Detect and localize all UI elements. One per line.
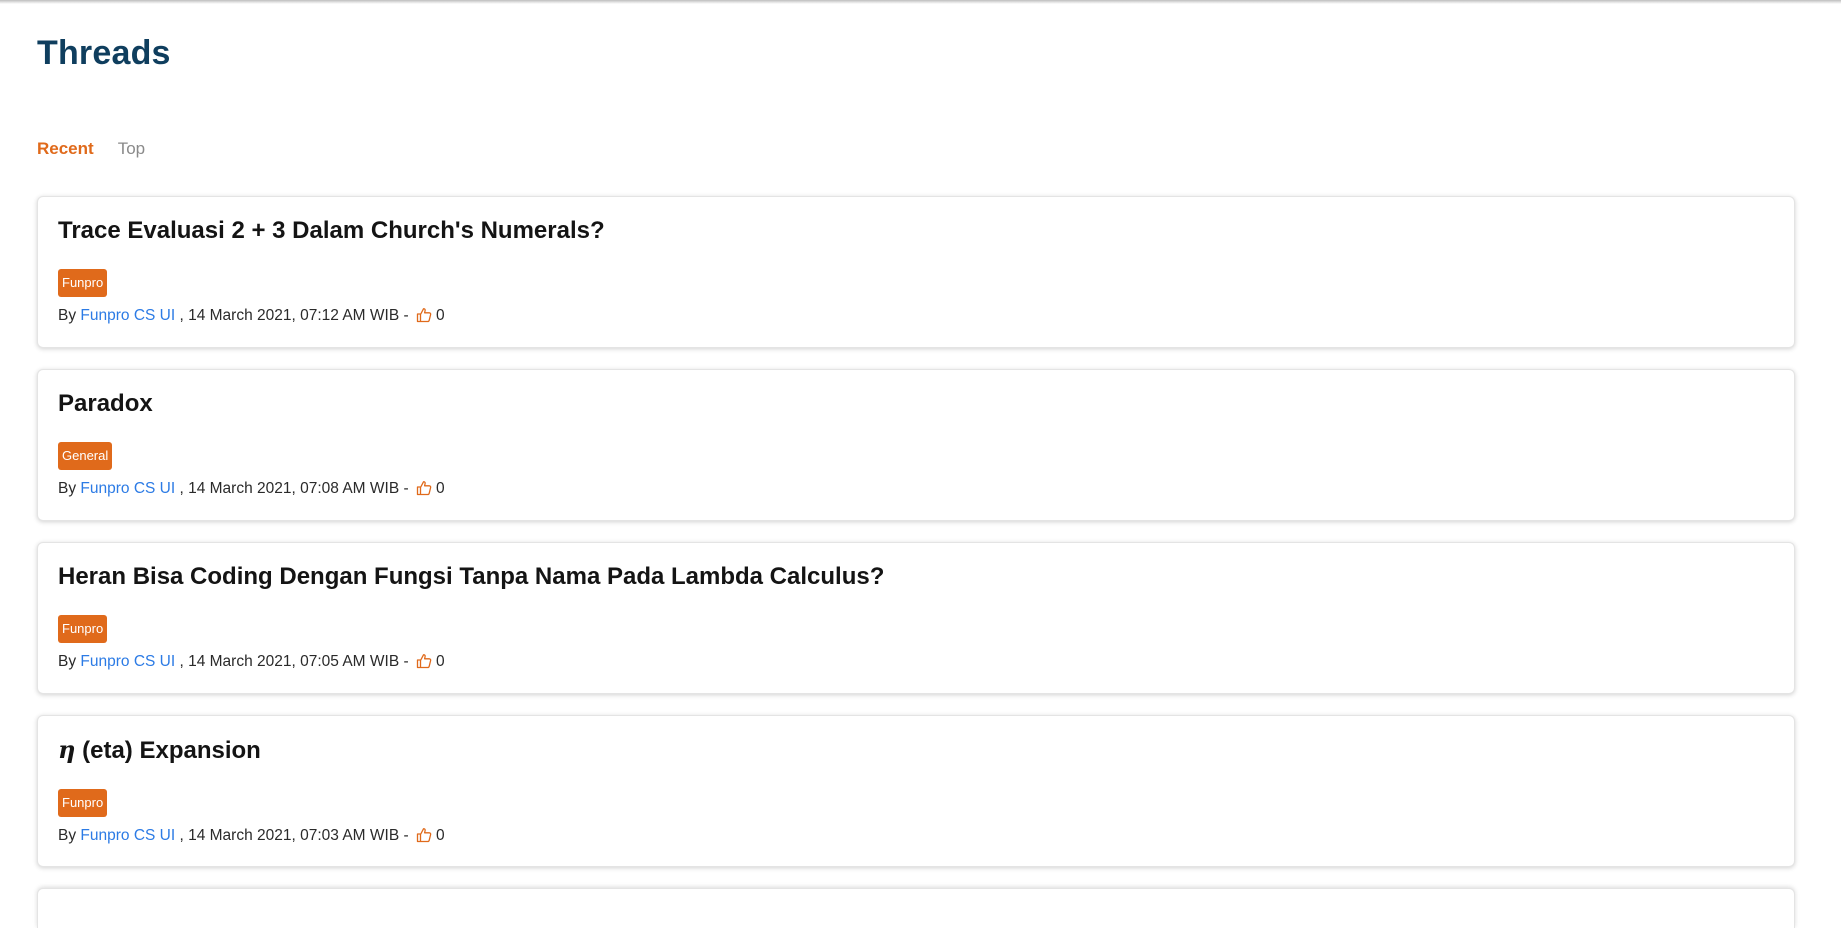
thread-title[interactable]: Heran Bisa Coding Dengan Fungsi Tanpa Na…	[58, 563, 1774, 591]
thread-tag[interactable]: Funpro	[58, 789, 108, 817]
thread-title[interactable]: Paradox	[58, 390, 1774, 418]
tab-top[interactable]: Top	[118, 139, 145, 159]
like-count: 0	[435, 653, 445, 670]
by-label: By	[58, 480, 81, 497]
like-count: 0	[435, 307, 445, 324]
page-title: Threads	[37, 34, 171, 72]
thread-title-text: (eta) Expansion	[75, 737, 261, 764]
thread-meta: By Funpro CS UI , 14 March 2021, 07:03 A…	[58, 827, 1774, 845]
like-count: 0	[435, 480, 445, 497]
thread-title[interactable]: Trace Evaluasi 2 + 3 Dalam Church's Nume…	[58, 217, 1774, 245]
thread-card[interactable]: Trace Evaluasi 2 + 3 Dalam Church's Nume…	[37, 196, 1795, 348]
thread-card[interactable]: Heran Bisa Coding Dengan Fungsi Tanpa Na…	[37, 542, 1795, 694]
thumbs-up-icon[interactable]	[416, 827, 432, 843]
thread-card[interactable]: Paradox General By Funpro CS UI , 14 Mar…	[37, 369, 1795, 521]
thread-meta: By Funpro CS UI , 14 March 2021, 07:12 A…	[58, 307, 1774, 325]
tab-recent[interactable]: Recent	[37, 139, 94, 159]
thread-date: , 14 March 2021, 07:08 AM WIB -	[175, 480, 413, 497]
thread-tag[interactable]: General	[58, 442, 113, 470]
thumbs-up-icon[interactable]	[416, 307, 432, 323]
thread-meta: By Funpro CS UI , 14 March 2021, 07:08 A…	[58, 480, 1774, 498]
by-label: By	[58, 307, 81, 324]
thread-title[interactable]: η (eta) Expansion	[58, 736, 1774, 765]
thread-tag[interactable]: Funpro	[58, 269, 108, 297]
thread-tag[interactable]: Funpro	[58, 615, 108, 643]
thumbs-up-icon[interactable]	[416, 480, 432, 496]
thread-meta: By Funpro CS UI , 14 March 2021, 07:05 A…	[58, 653, 1774, 671]
like-count: 0	[435, 827, 445, 844]
thread-sort-tabs: Recent Top	[37, 139, 145, 159]
by-label: By	[58, 653, 81, 670]
thread-card-partial[interactable]	[37, 888, 1795, 928]
thread-card[interactable]: η (eta) Expansion Funpro By Funpro CS UI…	[37, 715, 1795, 867]
by-label: By	[58, 827, 81, 844]
top-divider	[0, 0, 1841, 4]
author-link[interactable]: Funpro CS UI	[80, 827, 175, 845]
eta-symbol: η	[58, 735, 76, 764]
thread-date: , 14 March 2021, 07:03 AM WIB -	[175, 827, 413, 844]
author-link[interactable]: Funpro CS UI	[80, 480, 175, 498]
author-link[interactable]: Funpro CS UI	[80, 307, 175, 325]
author-link[interactable]: Funpro CS UI	[80, 653, 175, 671]
thumbs-up-icon[interactable]	[416, 653, 432, 669]
thread-list: Trace Evaluasi 2 + 3 Dalam Church's Nume…	[37, 196, 1795, 928]
thread-date: , 14 March 2021, 07:12 AM WIB -	[175, 307, 413, 324]
thread-date: , 14 March 2021, 07:05 AM WIB -	[175, 653, 413, 670]
